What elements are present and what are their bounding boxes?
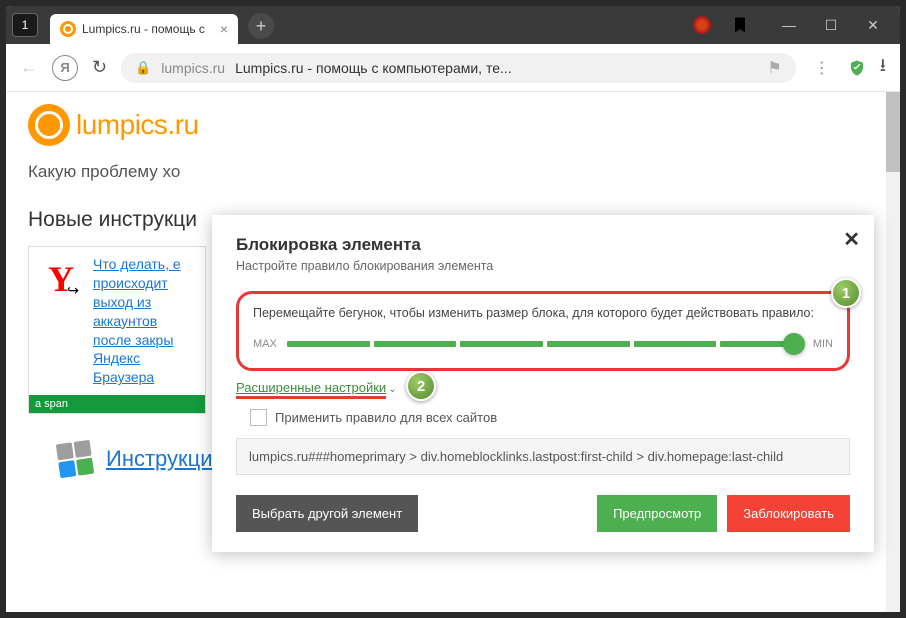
modal-title: Блокировка элемента xyxy=(236,235,850,255)
back-button[interactable]: ← xyxy=(20,57,38,78)
slider-row: MAX MIN xyxy=(253,338,833,350)
browser-tab[interactable]: Lumpics.ru - помощь с × xyxy=(50,14,238,44)
url-title: Lumpics.ru - помощь с компьютерами, те..… xyxy=(235,60,757,76)
reload-button[interactable]: ↻ xyxy=(92,57,107,78)
block-button[interactable]: Заблокировать xyxy=(727,495,850,532)
menu-dots-icon[interactable]: ⋮ xyxy=(810,54,834,82)
select-other-button[interactable]: Выбрать другой элемент xyxy=(236,495,418,532)
article-card[interactable]: Y↪ Что делать, е происходит выход из акк… xyxy=(28,246,206,414)
chevron-down-icon: ⌄ xyxy=(388,384,396,395)
element-block-modal: ✕ Блокировка элемента Настройте правило … xyxy=(212,215,874,552)
extension-icon[interactable] xyxy=(692,15,712,35)
yandex-browser-icon: Y↪ xyxy=(37,255,85,303)
card-footer: a span xyxy=(29,395,205,413)
favicon-icon xyxy=(60,21,76,37)
search-prompt[interactable]: Какую проблему хо xyxy=(28,162,840,182)
slider-section: 1 Перемещайте бегунок, чтобы изменить ра… xyxy=(236,291,850,371)
minimize-button[interactable]: — xyxy=(768,10,810,40)
page-content: lumpics.ru Какую проблему хо Новые инстр… xyxy=(6,92,900,612)
scrollbar-thumb[interactable] xyxy=(886,92,900,172)
rule-field[interactable]: lumpics.ru###homeprimary > div.homeblock… xyxy=(236,438,850,475)
url-domain: lumpics.ru xyxy=(161,60,225,76)
advanced-settings-row: 2 Расширенные настройки⌄ xyxy=(236,379,850,397)
bookmark-panel-icon[interactable] xyxy=(730,15,750,35)
slider-thumb[interactable] xyxy=(783,333,805,355)
modal-close-button[interactable]: ✕ xyxy=(843,227,860,252)
browser-window: 1 Lumpics.ru - помощь с × + — ☐ ✕ ← Я ↻ … xyxy=(6,6,900,612)
tab-title: Lumpics.ru - помощь с xyxy=(82,22,214,36)
preview-button[interactable]: Предпросмотр xyxy=(597,495,717,532)
logo-text: lumpics.ru xyxy=(76,109,199,141)
maximize-button[interactable]: ☐ xyxy=(810,10,852,40)
block-size-slider[interactable] xyxy=(287,341,803,347)
advanced-settings-link[interactable]: Расширенные настройки xyxy=(236,380,386,399)
logo-icon xyxy=(28,104,70,146)
os-icon xyxy=(56,440,94,478)
url-field[interactable]: 🔒 lumpics.ru Lumpics.ru - помощь с компь… xyxy=(121,53,796,83)
lock-icon: 🔒 xyxy=(135,60,151,76)
download-icon[interactable]: ⭳ xyxy=(880,53,886,83)
tab-count-badge[interactable]: 1 xyxy=(12,13,38,37)
modal-buttons: Выбрать другой элемент Предпросмотр Забл… xyxy=(236,495,850,532)
new-tab-button[interactable]: + xyxy=(248,13,274,39)
callout-2-icon: 2 xyxy=(406,371,436,401)
apply-all-row: Применить правило для всех сайтов xyxy=(250,409,850,426)
address-bar: ← Я ↻ 🔒 lumpics.ru Lumpics.ru - помощь с… xyxy=(6,44,900,92)
slider-max-label: MAX xyxy=(253,338,277,350)
slider-min-label: MIN xyxy=(813,338,833,350)
callout-1-icon: 1 xyxy=(831,278,861,308)
close-tab-icon[interactable]: × xyxy=(220,21,228,37)
close-window-button[interactable]: ✕ xyxy=(852,10,894,40)
titlebar: 1 Lumpics.ru - помощь с × + — ☐ ✕ xyxy=(6,6,900,44)
apply-all-checkbox[interactable] xyxy=(250,409,267,426)
shield-icon[interactable] xyxy=(848,58,866,78)
yandex-icon[interactable]: Я xyxy=(52,55,78,81)
scrollbar[interactable] xyxy=(886,92,900,612)
site-logo[interactable]: lumpics.ru xyxy=(28,104,840,146)
bookmark-star-icon[interactable]: ⚑ xyxy=(767,58,781,78)
slider-instruction: Перемещайте бегунок, чтобы изменить разм… xyxy=(253,306,833,320)
apply-all-label: Применить правило для всех сайтов xyxy=(275,410,497,425)
article-link[interactable]: Что делать, е происходит выход из аккаун… xyxy=(93,255,197,387)
modal-subtitle: Настройте правило блокирования элемента xyxy=(236,259,850,273)
